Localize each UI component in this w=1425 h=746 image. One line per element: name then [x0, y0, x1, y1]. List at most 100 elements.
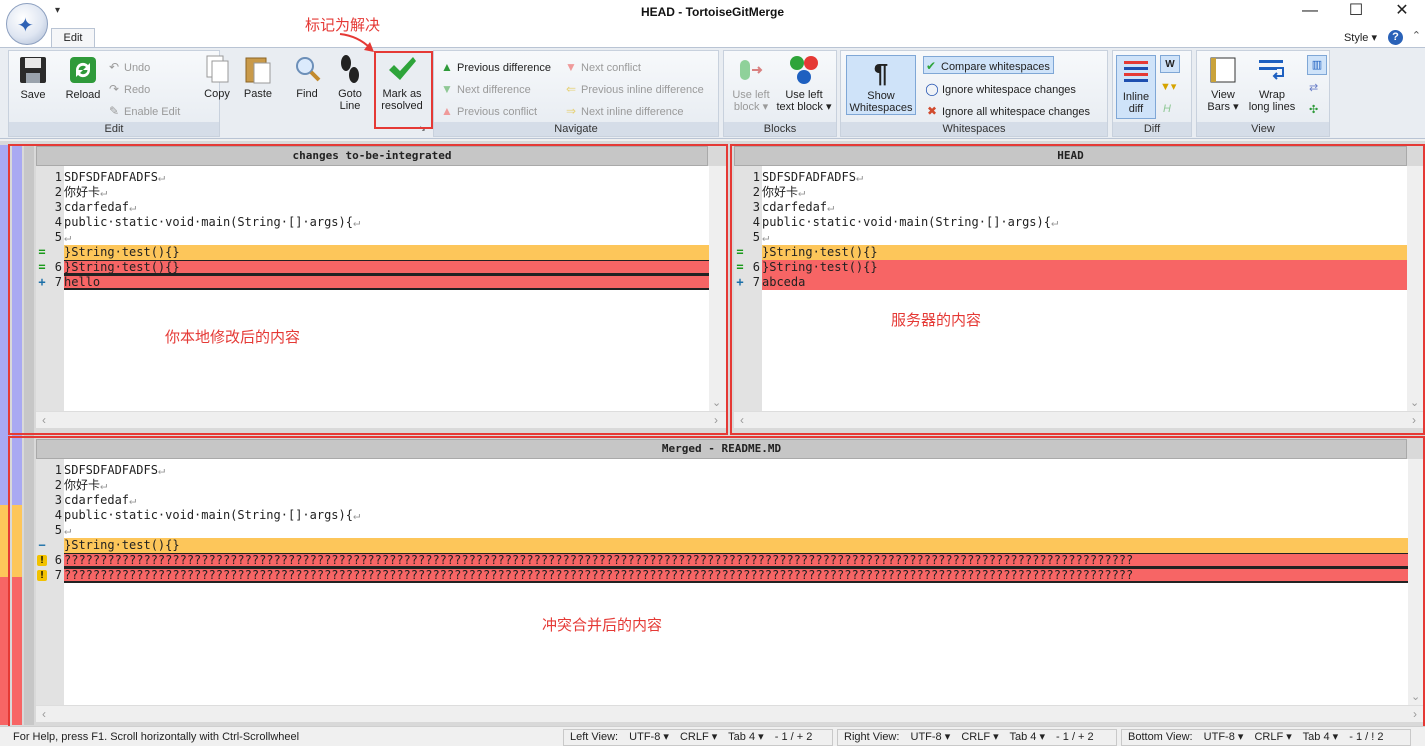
wrap-long-lines-button[interactable]: Wrap long lines [1245, 54, 1299, 113]
end-of-line-icon: ↵ [129, 200, 137, 214]
left-view-encoding[interactable]: UTF-8 ▾ [629, 731, 669, 743]
merged-pane[interactable]: 1 SDFSDFADFADFS↵ 2 你好卡↵ 3 cdarfedaf↵ 4 public·s… [36, 459, 1425, 722]
code-line[interactable]: 5 ↵ [36, 523, 1425, 538]
bottom-view-tab[interactable]: Tab 4 ▾ [1303, 731, 1339, 743]
ribbon-collapse-icon[interactable]: ⌃ [1412, 29, 1421, 42]
previous-conflict-button[interactable]: ▲ Previous conflict [440, 102, 537, 120]
left-view-eol[interactable]: CRLF ▾ [680, 731, 717, 743]
ignore-whitespace-changes-option[interactable]: ◯ Ignore whitespace changes [925, 80, 1076, 98]
code-line[interactable]: 4 public·static·void·main(String·[]·args)… [734, 215, 1424, 230]
code-line[interactable]: 2 你好卡↵ [734, 185, 1424, 200]
use-left-text-block-button[interactable]: Use left text block ▾ [774, 54, 834, 113]
tab-edit[interactable]: Edit [51, 28, 95, 49]
right-view-tab[interactable]: Tab 4 ▾ [1009, 731, 1045, 743]
code-line[interactable]: = 6}String·test(){} [734, 260, 1424, 275]
left-pane[interactable]: 1 SDFSDFADFADFS↵ 2 你好卡↵ 3 cdarfedaf↵ 4 public·s… [36, 166, 726, 428]
next-difference-button[interactable]: ▼ Next difference [440, 80, 531, 98]
scroll-down-icon[interactable]: ⌄ [1411, 690, 1420, 703]
location-bar-left-orange [0, 505, 10, 577]
inline-diff-button[interactable]: Inline diff [1116, 55, 1156, 119]
swap-views-icon[interactable]: ⇄ [1309, 79, 1318, 97]
bottom-view-encoding[interactable]: UTF-8 ▾ [1204, 731, 1244, 743]
reload-button[interactable]: Reload [61, 54, 105, 101]
previous-difference-button[interactable]: ▲ Previous difference [440, 58, 551, 76]
code-line[interactable]: 2 你好卡↵ [36, 478, 1425, 493]
code-line[interactable]: =}String·test(){} [734, 245, 1424, 260]
ignore-all-whitespace-changes-option[interactable]: ✖ Ignore all whitespace changes [925, 102, 1090, 120]
scroll-down-icon[interactable]: ⌄ [712, 396, 721, 409]
right-view-encoding[interactable]: UTF-8 ▾ [911, 731, 951, 743]
one-pane-view-icon[interactable]: ▥ [1307, 55, 1327, 75]
moved-lines-icon[interactable]: H [1163, 100, 1171, 118]
code-line[interactable]: 2 你好卡↵ [36, 185, 726, 200]
word-diff-icon[interactable]: W [1160, 55, 1180, 73]
code-line[interactable]: 5 ↵ [734, 230, 1424, 245]
style-menu[interactable]: Style ▾ [1344, 31, 1377, 44]
scroll-left-icon[interactable]: ‹ [42, 707, 46, 721]
show-whitespaces-button[interactable]: ¶ Show Whitespaces [846, 55, 916, 115]
goto-line-button[interactable]: Goto Line [331, 53, 369, 112]
minimize-button[interactable]: — [1287, 0, 1333, 24]
status-bottom-view[interactable]: Bottom View: UTF-8 ▾ CRLF ▾ Tab 4 ▾ - 1 … [1121, 729, 1411, 746]
bottom-view-eol[interactable]: CRLF ▾ [1254, 731, 1291, 743]
location-bar[interactable] [0, 145, 35, 725]
code-line[interactable]: 1 SDFSDFADFADFS↵ [36, 170, 726, 185]
code-line[interactable]: 5 ↵ [36, 230, 726, 245]
code-line[interactable]: 4 public·static·void·main(String·[]·args)… [36, 508, 1425, 523]
code-line[interactable]: +7 abceda [734, 275, 1424, 290]
enable-edit-button[interactable]: ✎ Enable Edit [107, 102, 180, 120]
collapse-icon[interactable]: ✣ [1309, 101, 1318, 119]
redo-button[interactable]: ↷ Redo [107, 80, 150, 98]
right-horizontal-scrollbar[interactable]: ‹ › [734, 411, 1424, 428]
status-right-view[interactable]: Right View: UTF-8 ▾ CRLF ▾ Tab 4 ▾ - 1 /… [837, 729, 1117, 746]
next-inline-difference-button[interactable]: ⇒ Next inline difference [564, 102, 684, 120]
scroll-right-icon[interactable]: › [1413, 707, 1417, 721]
code-line[interactable]: ! 7??????????????????????????????????????… [36, 568, 1425, 583]
mark-as-resolved-button[interactable]: Mark as resolved [378, 53, 426, 112]
compare-whitespaces-option[interactable]: ✔ Compare whitespaces [923, 56, 1054, 74]
status-left-view[interactable]: Left View: UTF-8 ▾ CRLF ▾ Tab 4 ▾ - 1 / … [563, 729, 833, 746]
right-view-eol[interactable]: CRLF ▾ [961, 731, 998, 743]
code-line[interactable]: +7 hello [36, 275, 726, 290]
filter-icon[interactable]: ▼▾ [1160, 78, 1176, 96]
find-button[interactable]: Find [288, 53, 326, 100]
scroll-left-icon[interactable]: ‹ [42, 413, 46, 427]
code-line[interactable]: 1 SDFSDFADFADFS↵ [734, 170, 1424, 185]
code-line[interactable]: =}String·test(){} [36, 245, 726, 260]
left-vertical-scrollbar[interactable]: ⌄ [709, 166, 726, 411]
merged-vertical-scrollbar[interactable]: ⌄ [1408, 459, 1425, 705]
save-button[interactable]: Save [13, 54, 53, 101]
code-line[interactable]: −}String·test(){} [36, 538, 1425, 553]
right-vertical-scrollbar[interactable]: ⌄ [1407, 166, 1424, 411]
code-line[interactable]: 3 cdarfedaf↵ [734, 200, 1424, 215]
scroll-right-icon[interactable]: › [1412, 413, 1416, 427]
code-line[interactable]: 4 public·static·void·main(String·[]·args)… [36, 215, 726, 230]
group-blocks: Use left block ▾ Use left text block ▾ B… [723, 50, 837, 137]
code-line[interactable]: 3 cdarfedaf↵ [36, 493, 1425, 508]
merged-horizontal-scrollbar[interactable]: ‹ › [36, 705, 1425, 722]
line-code: public·static·void·main(String·[]·args){ [64, 508, 353, 522]
undo-button[interactable]: ↶ Undo [107, 58, 150, 76]
help-icon[interactable]: ? [1388, 30, 1403, 45]
scroll-down-icon[interactable]: ⌄ [1410, 396, 1419, 409]
view-bars-button[interactable]: View Bars ▾ [1201, 54, 1245, 113]
maximize-button[interactable]: ☐ [1333, 0, 1379, 24]
left-horizontal-scrollbar[interactable]: ‹ › [36, 411, 726, 428]
scroll-right-icon[interactable]: › [714, 413, 718, 427]
code-line[interactable]: 3 cdarfedaf↵ [36, 200, 726, 215]
scroll-left-icon[interactable]: ‹ [740, 413, 744, 427]
code-line[interactable]: = 6}String·test(){} [36, 260, 726, 275]
use-left-block-button[interactable]: Use left block ▾ [728, 54, 774, 113]
left-view-tab[interactable]: Tab 4 ▾ [728, 731, 764, 743]
code-line[interactable]: 1 SDFSDFADFADFS↵ [36, 463, 1425, 478]
app-menu-button[interactable]: ✦ [6, 3, 48, 45]
previous-inline-difference-button[interactable]: ⇐ Previous inline difference [564, 80, 704, 98]
next-conflict-button[interactable]: ▼ Next conflict [564, 58, 641, 76]
copy-button[interactable]: Copy [198, 53, 236, 100]
close-button[interactable]: ✕ [1379, 0, 1425, 24]
line-code: ????????????????????????????????????????… [64, 568, 1134, 582]
code-line[interactable]: ! 6??????????????????????????????????????… [36, 553, 1425, 568]
undo-icon: ↶ [108, 60, 120, 74]
right-pane[interactable]: 1 SDFSDFADFADFS↵ 2 你好卡↵ 3 cdarfedaf↵ 4 public·s… [734, 166, 1424, 428]
paste-button[interactable]: Paste [238, 53, 278, 100]
